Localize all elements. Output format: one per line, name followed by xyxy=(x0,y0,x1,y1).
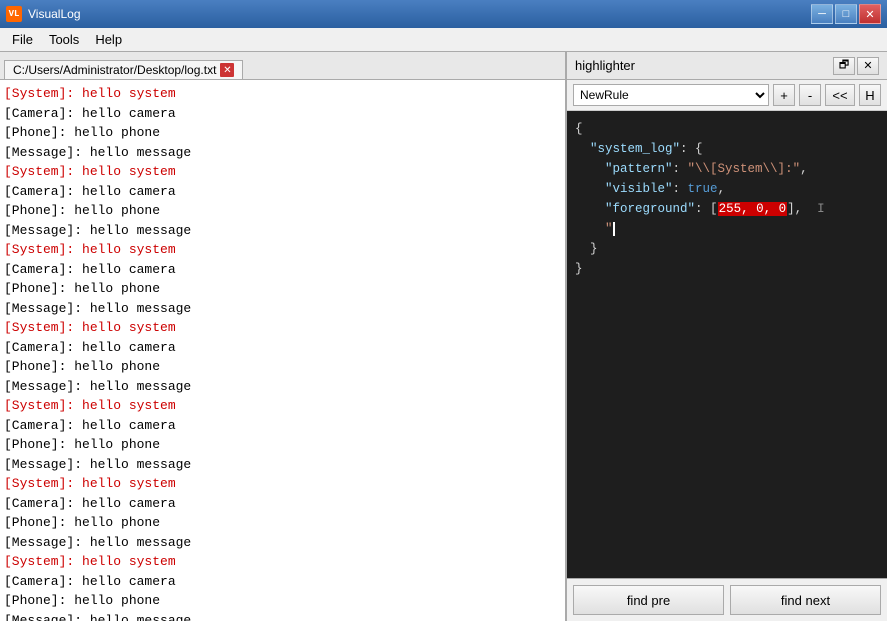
tab-close-button[interactable]: ✕ xyxy=(220,63,234,77)
close-button[interactable]: ✕ xyxy=(859,4,881,24)
log-line: [Camera]: hello camera xyxy=(4,182,561,202)
log-line: [Message]: hello message xyxy=(4,221,561,241)
foreground-value: 255, 0, 0 xyxy=(718,202,788,216)
app-icon: VL xyxy=(6,6,22,22)
log-line: [Phone]: hello phone xyxy=(4,201,561,221)
log-content[interactable]: [System]: hello system[Camera]: hello ca… xyxy=(0,80,565,621)
left-panel: C:/Users/Administrator/Desktop/log.txt ✕… xyxy=(0,52,567,621)
log-line: [Camera]: hello camera xyxy=(4,104,561,124)
highlighter-toolbar: NewRule + - << H xyxy=(567,80,887,111)
log-line: [Phone]: hello phone xyxy=(4,123,561,143)
json-line-2: "system_log": { xyxy=(575,139,879,159)
log-line: [Phone]: hello phone xyxy=(4,591,561,611)
json-line-5: "foreground": [255, 0, 0], I xyxy=(575,199,879,219)
highlighter-header: highlighter 🗗 ✕ xyxy=(567,52,887,80)
log-line: [Message]: hello message xyxy=(4,455,561,475)
log-line: [Message]: hello message xyxy=(4,611,561,621)
log-line: [Camera]: hello camera xyxy=(4,260,561,280)
right-panel: highlighter 🗗 ✕ NewRule + - << H { "syst… xyxy=(567,52,887,621)
maximize-button[interactable]: □ xyxy=(835,4,857,24)
json-line-3: "pattern": "\\[System\\]:", xyxy=(575,159,879,179)
find-next-button[interactable]: find next xyxy=(730,585,881,615)
log-line: [System]: hello system xyxy=(4,318,561,338)
log-line: [Message]: hello message xyxy=(4,299,561,319)
h-button[interactable]: H xyxy=(859,84,881,106)
log-line: [Phone]: hello phone xyxy=(4,357,561,377)
log-line: [Phone]: hello phone xyxy=(4,513,561,533)
log-line: [System]: hello system xyxy=(4,162,561,182)
main-container: C:/Users/Administrator/Desktop/log.txt ✕… xyxy=(0,52,887,621)
json-line-6: " xyxy=(575,219,879,239)
json-editor[interactable]: { "system_log": { "pattern": "\\[System\… xyxy=(567,111,887,578)
json-line-4: "visible": true, xyxy=(575,179,879,199)
rule-select[interactable]: NewRule xyxy=(573,84,769,106)
highlighter-restore-button[interactable]: 🗗 xyxy=(833,57,855,75)
log-line: [System]: hello system xyxy=(4,474,561,494)
log-line: [Message]: hello message xyxy=(4,533,561,553)
add-rule-button[interactable]: + xyxy=(773,84,795,106)
log-line: [System]: hello system xyxy=(4,552,561,572)
log-tab[interactable]: C:/Users/Administrator/Desktop/log.txt ✕ xyxy=(4,60,243,79)
log-line: [Camera]: hello camera xyxy=(4,416,561,436)
find-pre-button[interactable]: find pre xyxy=(573,585,724,615)
bottom-bar: find pre find next xyxy=(567,578,887,621)
log-line: [Message]: hello message xyxy=(4,377,561,397)
log-line: [System]: hello system xyxy=(4,84,561,104)
log-line: [Message]: hello message xyxy=(4,143,561,163)
prev-rule-button[interactable]: << xyxy=(825,84,855,106)
highlighter-title: highlighter xyxy=(575,58,635,73)
log-line: [Phone]: hello phone xyxy=(4,279,561,299)
menu-help[interactable]: Help xyxy=(87,30,130,49)
window-title: VisualLog xyxy=(28,7,811,21)
menu-tools[interactable]: Tools xyxy=(41,30,87,49)
log-line: [Phone]: hello phone xyxy=(4,435,561,455)
minimize-button[interactable]: ─ xyxy=(811,4,833,24)
json-line-1: { xyxy=(575,119,879,139)
title-bar: VL VisualLog ─ □ ✕ xyxy=(0,0,887,28)
json-line-8: } xyxy=(575,259,879,279)
window-controls: ─ □ ✕ xyxy=(811,4,881,24)
log-line: [System]: hello system xyxy=(4,240,561,260)
menu-bar: File Tools Help xyxy=(0,28,887,52)
highlighter-close-button[interactable]: ✕ xyxy=(857,57,879,75)
log-line: [Camera]: hello camera xyxy=(4,338,561,358)
highlighter-window-controls: 🗗 ✕ xyxy=(833,57,879,75)
log-line: [System]: hello system xyxy=(4,396,561,416)
menu-file[interactable]: File xyxy=(4,30,41,49)
log-line: [Camera]: hello camera xyxy=(4,494,561,514)
tab-bar: C:/Users/Administrator/Desktop/log.txt ✕ xyxy=(0,52,565,80)
log-line: [Camera]: hello camera xyxy=(4,572,561,592)
json-line-7: } xyxy=(575,239,879,259)
remove-rule-button[interactable]: - xyxy=(799,84,821,106)
tab-label: C:/Users/Administrator/Desktop/log.txt xyxy=(13,63,216,77)
